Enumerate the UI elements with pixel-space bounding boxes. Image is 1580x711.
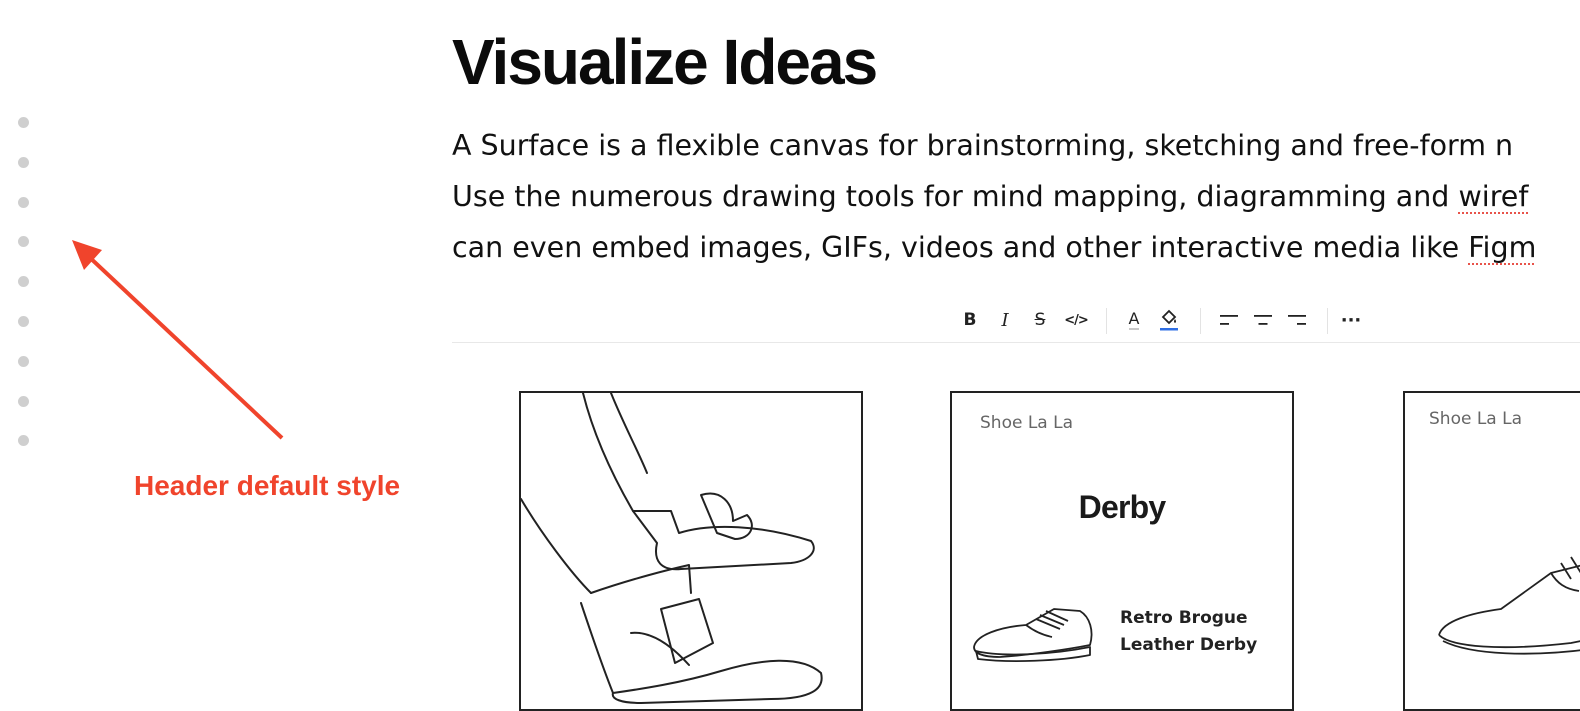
code-button[interactable]: </> [1062,306,1090,334]
drag-handle-dot[interactable] [18,117,29,128]
drag-handle-dot[interactable] [18,315,29,327]
bold-button[interactable]: B [960,306,980,334]
more-options-button[interactable]: ··· [1339,306,1363,334]
card-brand: Shoe La La [1429,409,1523,429]
shoe-partial-icon [1438,556,1580,655]
page-title[interactable]: Visualize Ideas [452,26,878,98]
italic-button[interactable]: I [995,306,1015,334]
toolbar-divider [1327,308,1328,334]
card-caption: Retro Brogue Leather Derby [1120,605,1257,659]
code-icon: </> [1064,312,1089,328]
drag-handle-dot[interactable] [18,435,29,447]
fill-bucket-icon [1160,309,1178,331]
drag-handle-dot[interactable] [18,156,29,168]
text-color-icon: A [1128,309,1140,330]
drag-handle-dot[interactable] [18,355,29,367]
caption-line: Leather Derby [1120,635,1258,655]
body-line: Use the numerous drawing tools for mind … [452,171,1580,222]
align-center-icon [1254,315,1272,325]
card-title: Derby [1078,489,1167,525]
drag-handle-dot[interactable] [18,395,29,407]
align-left-icon [1220,315,1238,325]
annotation-arrow-icon [72,240,284,440]
bold-icon: B [963,310,977,330]
body-line: A Surface is a flexible canvas for brain… [452,120,1580,171]
body-line: can even embed images, GIFs, videos and … [452,222,1580,273]
align-left-button[interactable] [1218,306,1240,334]
align-right-icon [1288,315,1306,325]
text-color-button[interactable]: A [1123,306,1145,334]
derby-shoe-icon [973,608,1093,662]
toolbar-divider [1200,308,1201,334]
spellcheck-flagged-word[interactable]: wiref [1458,180,1528,213]
drag-handle-dot[interactable] [18,196,29,208]
body-text-segment: can even embed images, GIFs, videos and … [452,231,1469,264]
spellcheck-flagged-word[interactable]: Figm [1468,231,1536,264]
italic-icon: I [1001,309,1009,331]
caption-line: Retro Brogue [1120,608,1248,628]
loafer-illustration-icon [521,393,823,704]
annotation-label: Header default style [134,470,401,501]
strikethrough-icon: S [1034,310,1046,330]
image-card-loafers[interactable] [519,391,863,711]
product-card-partial[interactable]: Shoe La La [1403,391,1580,711]
block-handle-dots[interactable] [18,117,32,475]
body-text-segment: A Surface is a flexible canvas for brain… [452,129,1514,162]
align-right-button[interactable] [1286,306,1308,334]
card-brand: Shoe La La [980,413,1074,433]
align-center-button[interactable] [1252,306,1274,334]
body-text-segment: Use the numerous drawing tools for mind … [452,180,1459,213]
drag-handle-dot[interactable] [18,236,29,248]
drag-handle-dot[interactable] [18,276,29,288]
more-icon: ··· [1340,309,1362,331]
product-card-derby[interactable]: Shoe La La Derby Retro Brogue Leather De… [950,391,1294,711]
highlight-color-button[interactable] [1157,306,1181,334]
strikethrough-button[interactable]: S [1030,306,1050,334]
body-paragraph[interactable]: A Surface is a flexible canvas for brain… [452,120,1580,273]
toolbar-divider [1106,308,1107,334]
formatting-toolbar: B I S </> A ··· [452,300,1580,343]
